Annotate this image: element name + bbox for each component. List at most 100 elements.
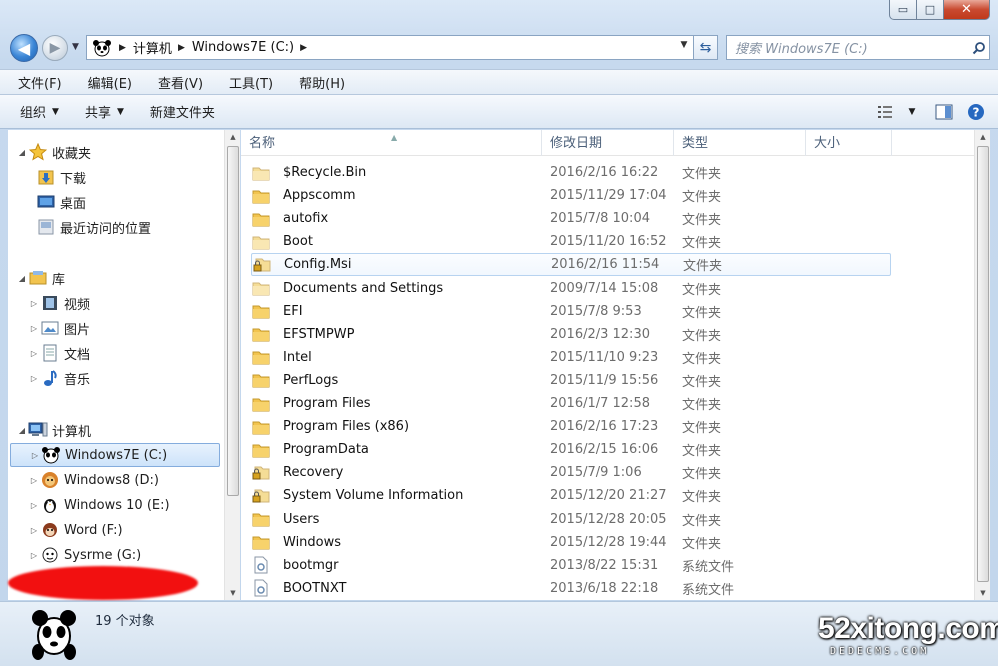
history-dropdown-icon[interactable]: ▼ xyxy=(72,42,79,52)
refresh-button[interactable]: ⇆ xyxy=(694,35,718,60)
collapsed-arrow-icon[interactable]: ▷ xyxy=(29,451,41,460)
breadcrumb-separator-icon[interactable]: ▶ xyxy=(300,43,307,53)
scroll-up-icon[interactable]: ▲ xyxy=(975,130,991,144)
column-date[interactable]: 修改日期 xyxy=(542,130,674,156)
menu-view[interactable]: 查看(V) xyxy=(152,71,209,94)
minimize-button[interactable]: ▭ xyxy=(889,0,917,20)
tree-libraries[interactable]: ◢ 库 xyxy=(16,266,65,290)
column-type[interactable]: 类型 xyxy=(674,130,806,156)
file-date: 2015/12/28 19:44 xyxy=(550,534,667,550)
tree-item-label: Sysrme (G:) xyxy=(64,547,142,563)
breadcrumb-separator-icon[interactable]: ▶ xyxy=(178,43,185,53)
object-count: 19 个对象 xyxy=(95,614,155,629)
video-library-icon xyxy=(40,294,60,312)
menu-edit[interactable]: 编辑(E) xyxy=(82,71,138,94)
expanded-arrow-icon[interactable]: ◢ xyxy=(16,274,28,283)
menu-help[interactable]: 帮助(H) xyxy=(293,71,351,94)
file-row[interactable]: Intel 2015/11/10 9:23 文件夹 xyxy=(251,346,891,369)
tree-favorites[interactable]: ◢ 收藏夹 xyxy=(16,140,91,164)
tree-item-documents[interactable]: ▷ 文档 xyxy=(28,341,90,365)
file-scrollbar[interactable]: ▲ ▼ xyxy=(974,130,990,600)
tree-item-pictures[interactable]: ▷ 图片 xyxy=(28,316,90,340)
file-row[interactable]: Appscomm 2015/11/29 17:04 文件夹 xyxy=(251,184,891,207)
file-row[interactable]: Program Files 2016/1/7 12:58 文件夹 xyxy=(251,392,891,415)
collapsed-arrow-icon[interactable]: ▷ xyxy=(28,526,40,535)
expanded-arrow-icon[interactable]: ◢ xyxy=(16,426,28,435)
scroll-down-icon[interactable]: ▼ xyxy=(225,586,241,600)
tree-item-desktop[interactable]: 桌面 xyxy=(36,190,86,214)
column-name[interactable]: 名称 ▲ xyxy=(241,130,542,156)
tree-item-drive-g[interactable]: ▷ Sysrme (G:) xyxy=(28,543,141,567)
menu-tools[interactable]: 工具(T) xyxy=(223,71,279,94)
address-dropdown-icon[interactable]: ▼ xyxy=(677,40,691,50)
maximize-icon: □ xyxy=(924,3,936,16)
tree-item-videos[interactable]: ▷ 视频 xyxy=(28,291,90,315)
sort-ascending-icon: ▲ xyxy=(391,133,398,142)
file-row[interactable]: Users 2015/12/28 20:05 文件夹 xyxy=(251,508,891,531)
tree-item-drive-d[interactable]: ▷ Windows8 (D:) xyxy=(28,468,159,492)
file-row[interactable]: Program Files (x86) 2016/2/16 17:23 文件夹 xyxy=(251,415,891,438)
breadcrumb-drive-c[interactable]: Windows7E (C:) xyxy=(192,40,294,55)
file-row[interactable]: Windows 2015/12/28 19:44 文件夹 xyxy=(251,531,891,554)
search-box[interactable]: 搜索 Windows7E (C:) xyxy=(726,35,990,60)
tree-item-drive-f[interactable]: ▷ Word (F:) xyxy=(28,518,123,542)
search-icon[interactable] xyxy=(969,41,989,55)
view-options-icon[interactable] xyxy=(874,100,898,124)
new-folder-button[interactable]: 新建文件夹 xyxy=(150,102,215,121)
tree-item-drive-e[interactable]: ▷ Windows 10 (E:) xyxy=(28,493,170,517)
file-date: 2016/2/16 16:22 xyxy=(550,165,659,180)
file-row[interactable]: Boot 2015/11/20 16:52 文件夹 xyxy=(251,230,891,253)
breadcrumb-separator-icon[interactable]: ▶ xyxy=(119,43,126,53)
tree-item-label: Windows8 (D:) xyxy=(64,472,159,488)
file-row[interactable]: ProgramData 2016/2/15 16:06 文件夹 xyxy=(251,438,891,461)
file-row[interactable]: $Recycle.Bin 2016/2/16 16:22 文件夹 xyxy=(251,161,891,184)
file-scroll-thumb[interactable] xyxy=(977,146,989,582)
share-label: 共享 xyxy=(84,106,111,121)
file-row[interactable]: System Volume Information 2015/12/20 21:2… xyxy=(251,484,891,507)
scroll-down-icon[interactable]: ▼ xyxy=(975,586,991,600)
collapsed-arrow-icon[interactable]: ▷ xyxy=(28,476,40,485)
collapsed-arrow-icon[interactable]: ▷ xyxy=(28,551,40,560)
file-row[interactable]: EFSTMPWP 2016/2/3 12:30 文件夹 xyxy=(251,323,891,346)
scroll-up-icon[interactable]: ▲ xyxy=(225,130,241,144)
file-row[interactable]: bootmgr 2013/8/22 15:31 系统文件 xyxy=(251,554,891,577)
collapsed-arrow-icon[interactable]: ▷ xyxy=(28,501,40,510)
file-name: Intel xyxy=(283,349,312,365)
close-button[interactable]: ✕ xyxy=(944,0,990,20)
column-size[interactable]: 大小 xyxy=(806,130,892,156)
back-button[interactable]: ◀ xyxy=(10,34,38,62)
expanded-arrow-icon[interactable]: ◢ xyxy=(16,148,28,157)
tree-computer[interactable]: ◢ 计算机 xyxy=(16,418,91,442)
file-row[interactable]: EFI 2015/7/8 9:53 文件夹 xyxy=(251,300,891,323)
document-library-icon xyxy=(40,344,60,362)
file-row[interactable]: BOOTNXT 2013/6/18 22:18 系统文件 xyxy=(251,577,891,600)
breadcrumb-computer[interactable]: 计算机 xyxy=(133,38,172,57)
organize-button[interactable]: 组织 ▼ xyxy=(20,102,59,121)
file-row[interactable]: Recovery 2015/7/9 1:06 文件夹 xyxy=(251,461,891,484)
address-bar[interactable]: ▶ 计算机 ▶ Windows7E (C:) ▶ ▼ xyxy=(86,35,694,60)
nav-scrollbar[interactable]: ▲ ▼ xyxy=(224,130,240,600)
file-name: Boot xyxy=(283,234,313,250)
tree-item-music[interactable]: ▷ 音乐 xyxy=(28,366,90,390)
maximize-button[interactable]: □ xyxy=(917,0,944,20)
nav-scroll-thumb[interactable] xyxy=(227,146,239,496)
preview-pane-icon[interactable] xyxy=(932,100,956,124)
menu-file[interactable]: 文件(F) xyxy=(12,71,68,94)
file-date: 2015/7/9 1:06 xyxy=(550,465,642,481)
collapsed-arrow-icon[interactable]: ▷ xyxy=(28,299,40,308)
tree-item-recent[interactable]: 最近访问的位置 xyxy=(36,215,151,239)
file-row[interactable]: autofix 2015/7/8 10:04 文件夹 xyxy=(251,207,891,230)
tree-item-downloads[interactable]: 下载 xyxy=(36,165,86,189)
file-row[interactable]: Documents and Settings 2009/7/14 15:08 文件夹 xyxy=(251,277,891,300)
file-row[interactable]: PerfLogs 2015/11/9 15:56 文件夹 xyxy=(251,369,891,392)
view-dropdown-icon[interactable]: ▼ xyxy=(900,100,924,124)
collapsed-arrow-icon[interactable]: ▷ xyxy=(28,349,40,358)
share-button[interactable]: 共享 ▼ xyxy=(85,102,124,121)
collapsed-arrow-icon[interactable]: ▷ xyxy=(28,374,40,383)
file-row[interactable]: Config.Msi 2016/2/16 11:54 文件夹 xyxy=(251,253,891,277)
help-icon[interactable]: ? xyxy=(964,100,988,124)
tree-item-drive-c[interactable]: ▷ Windows7E (C:) xyxy=(10,443,220,467)
forward-button[interactable]: ▶ xyxy=(42,35,68,61)
file-type: 文件夹 xyxy=(682,167,722,182)
collapsed-arrow-icon[interactable]: ▷ xyxy=(28,319,40,337)
